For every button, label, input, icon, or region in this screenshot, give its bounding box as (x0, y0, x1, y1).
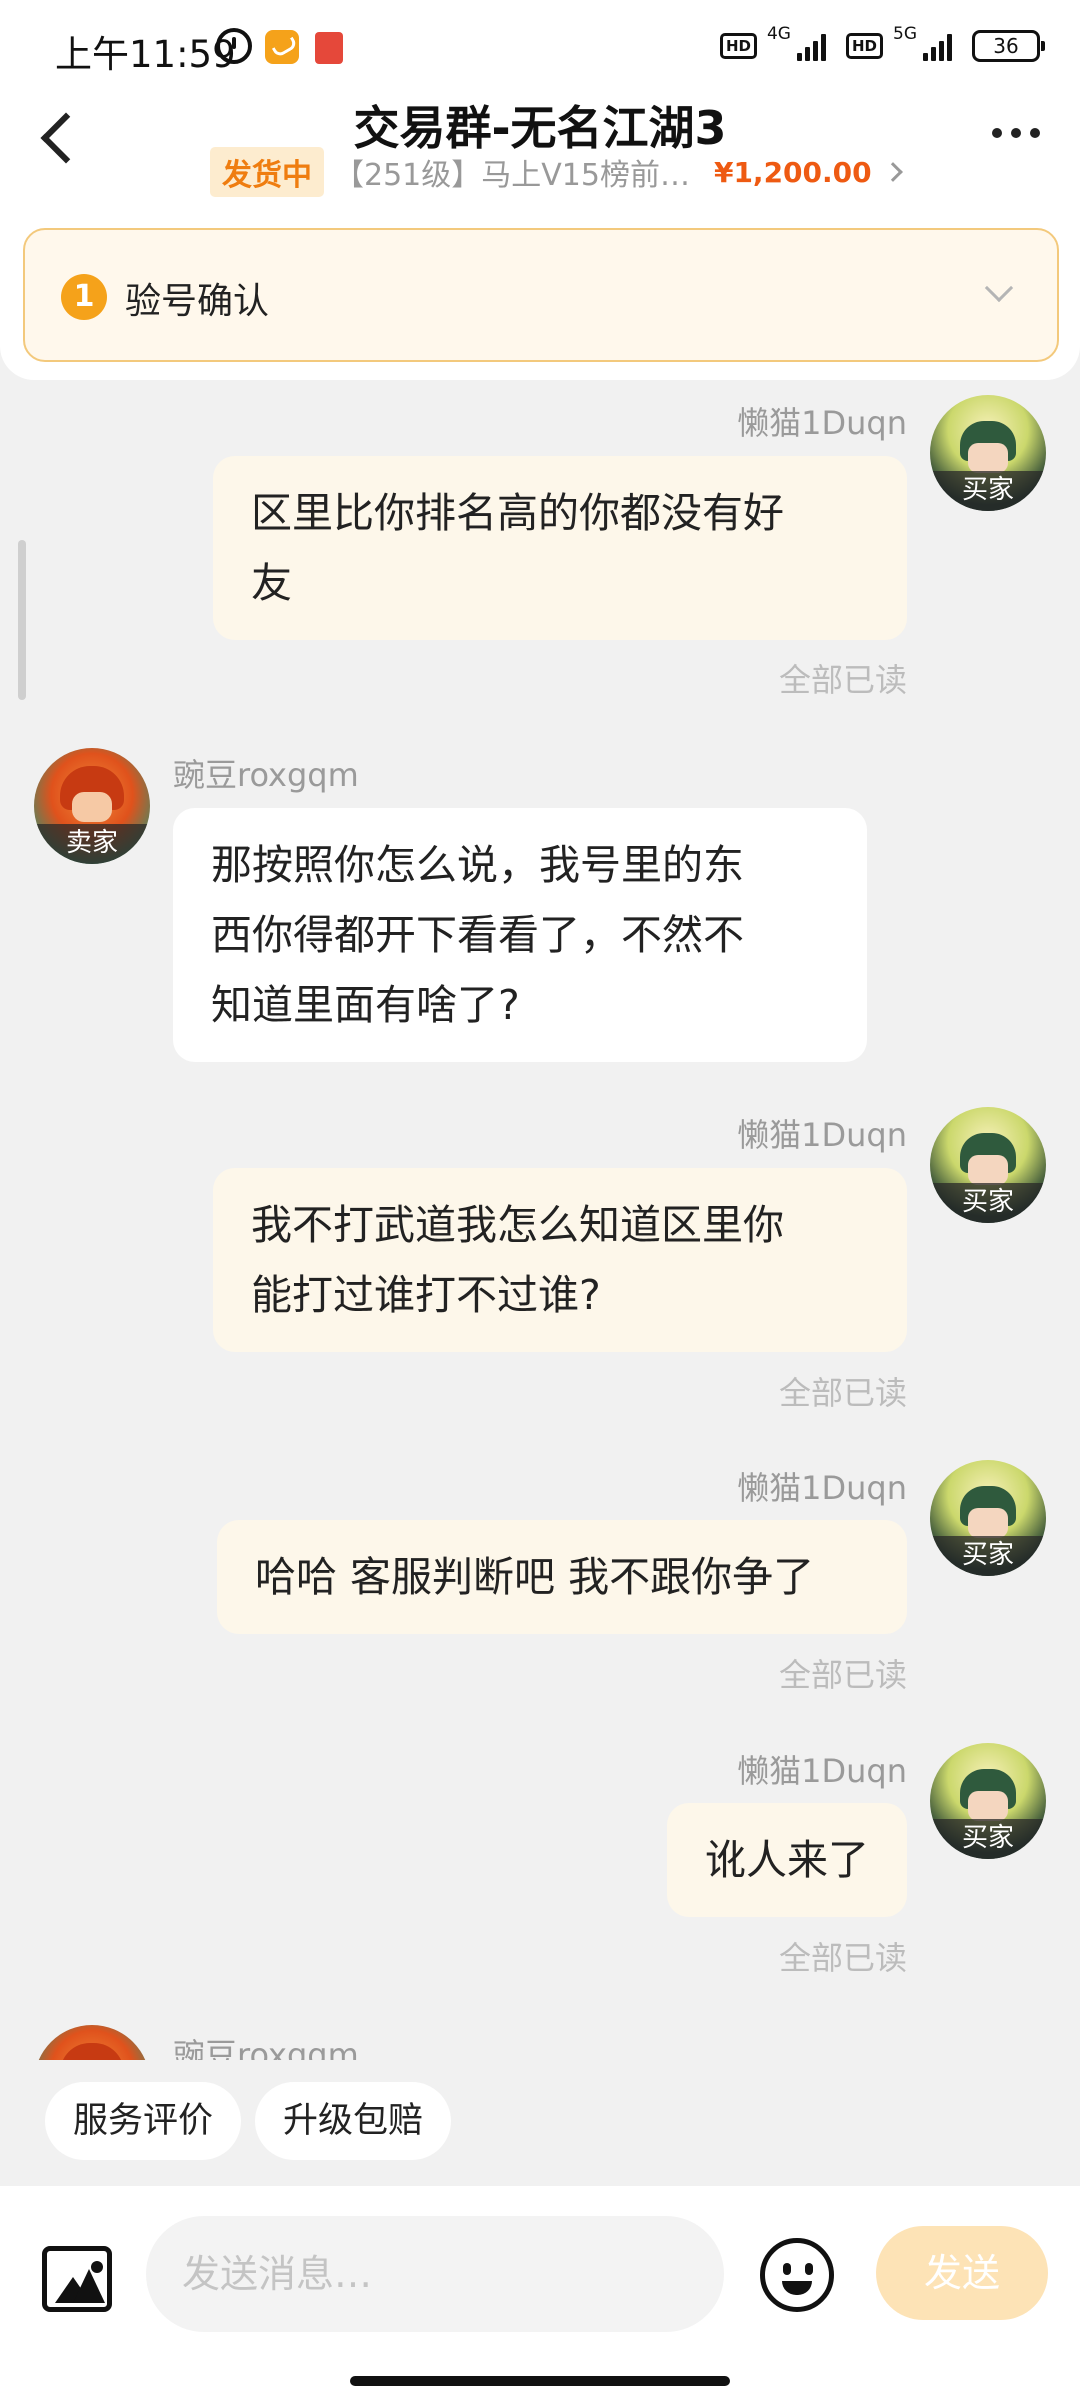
home-indicator[interactable] (350, 2376, 730, 2386)
message-input[interactable] (146, 2216, 724, 2332)
signal-icon (796, 31, 826, 61)
signal-icon-2 (923, 31, 952, 61)
more-icon[interactable] (986, 118, 1046, 148)
sender-nickname: 懒猫1Duqn (737, 404, 907, 442)
sender-nickname: 懒猫1Duqn (737, 1116, 907, 1154)
message-text-line: 哈哈 客服判断吧 我不跟你争了 (255, 1553, 815, 1601)
message-text-line: 知道里面有啥了? (211, 981, 520, 1029)
emoji-icon[interactable] (760, 2238, 834, 2312)
avatar[interactable]: 买家 (930, 1460, 1046, 1576)
role-tag: 买家 (930, 1183, 1046, 1223)
sender-nickname: 懒猫1Duqn (737, 1752, 907, 1790)
avatar[interactable] (34, 2025, 150, 2060)
order-summary[interactable]: 发货中 【251级】马上V15榜前… ¥1,200.00 (210, 147, 903, 197)
message-text-line: 能打过谁打不过谁? (251, 1271, 601, 1319)
sender-nickname: 懒猫1Duqn (737, 1469, 907, 1507)
message-text-line: 西你得都开下看看了，不然不 (211, 911, 744, 959)
chat-message-list[interactable]: 买家 懒猫1Duqn 区里比你排名高的你都没有好 友 全部已读 卖家 豌豆rox… (0, 380, 1080, 2060)
read-status: 全部已读 (778, 1374, 907, 1412)
alarm-icon (216, 28, 252, 64)
sender-nickname: 豌豆roxgqm (173, 756, 359, 794)
message-bubble[interactable]: 哈哈 客服判断吧 我不跟你争了 (217, 1520, 907, 1634)
message-text-line: 我不打武道我怎么知道区里你 (251, 1201, 784, 1249)
read-status: 全部已读 (778, 661, 907, 699)
role-tag: 买家 (930, 1819, 1046, 1859)
role-tag: 买家 (930, 471, 1046, 511)
send-button[interactable]: 发送 (876, 2226, 1048, 2320)
verify-step-panel[interactable]: 1 验号确认 (23, 228, 1059, 362)
service-rating-button[interactable]: 服务评价 (45, 2082, 242, 2160)
message-text-line: 那按照你怎么说，我号里的东 (211, 841, 744, 889)
role-tag: 卖家 (34, 824, 150, 864)
avatar[interactable]: 卖家 (34, 748, 150, 864)
message-input-bar: 发送 (0, 2186, 1080, 2400)
scrollbar[interactable] (18, 540, 26, 700)
avatar[interactable]: 买家 (930, 1743, 1046, 1859)
hd-badge-2: HD (845, 33, 883, 59)
hd-badge: HD (719, 33, 757, 59)
message-text-line: 区里比你排名高的你都没有好 (251, 489, 784, 537)
status-right: HD 4G HD 5G 36 (719, 24, 1045, 66)
top-panel: 上午11:59 HD 4G HD 5G 36 交易群-无名江湖3 发货中 【25… (0, 0, 1080, 380)
read-status: 全部已读 (778, 1656, 907, 1694)
image-icon[interactable] (42, 2246, 112, 2312)
status-time: 上午11:59 (55, 33, 236, 76)
message-text-line: 讹人来了 (705, 1836, 869, 1884)
message-bubble[interactable]: 那按照你怎么说，我号里的东 西你得都开下看看了，不然不 知道里面有啥了? (173, 808, 867, 1062)
verify-step-label: 验号确认 (125, 281, 270, 322)
sender-nickname: 豌豆roxgqm (173, 2036, 359, 2060)
order-status-badge: 发货中 (210, 147, 324, 197)
network-type-1: 4G (766, 24, 791, 44)
message-bubble[interactable]: 讹人来了 (667, 1803, 907, 1917)
chevron-right-icon (882, 162, 903, 182)
upgrade-insurance-button[interactable]: 升级包赔 (255, 2082, 452, 2160)
step-number-badge: 1 (61, 274, 107, 320)
order-price: ¥1,200.00 (713, 155, 872, 189)
message-bubble[interactable]: 区里比你排名高的你都没有好 友 (213, 456, 907, 640)
battery-icon: 36 (972, 30, 1045, 62)
avatar[interactable]: 买家 (930, 395, 1046, 511)
message-text-line: 友 (251, 559, 292, 607)
avatar[interactable]: 买家 (930, 1107, 1046, 1223)
read-status: 全部已读 (778, 1939, 907, 1977)
chevron-down-icon[interactable] (984, 273, 1014, 303)
notification-app-icon (265, 30, 299, 64)
order-description: 【251级】马上V15榜前… (334, 158, 690, 193)
quick-actions: 服务评价 升级包赔 (45, 2082, 452, 2160)
message-bubble[interactable]: 我不打武道我怎么知道区里你 能打过谁打不过谁? (213, 1168, 907, 1352)
notification-app2-icon (315, 32, 343, 64)
role-tag: 买家 (930, 1536, 1046, 1576)
status-bar: 上午11:59 HD 4G HD 5G 36 (0, 0, 1080, 92)
network-type-2: 5G (893, 24, 917, 44)
